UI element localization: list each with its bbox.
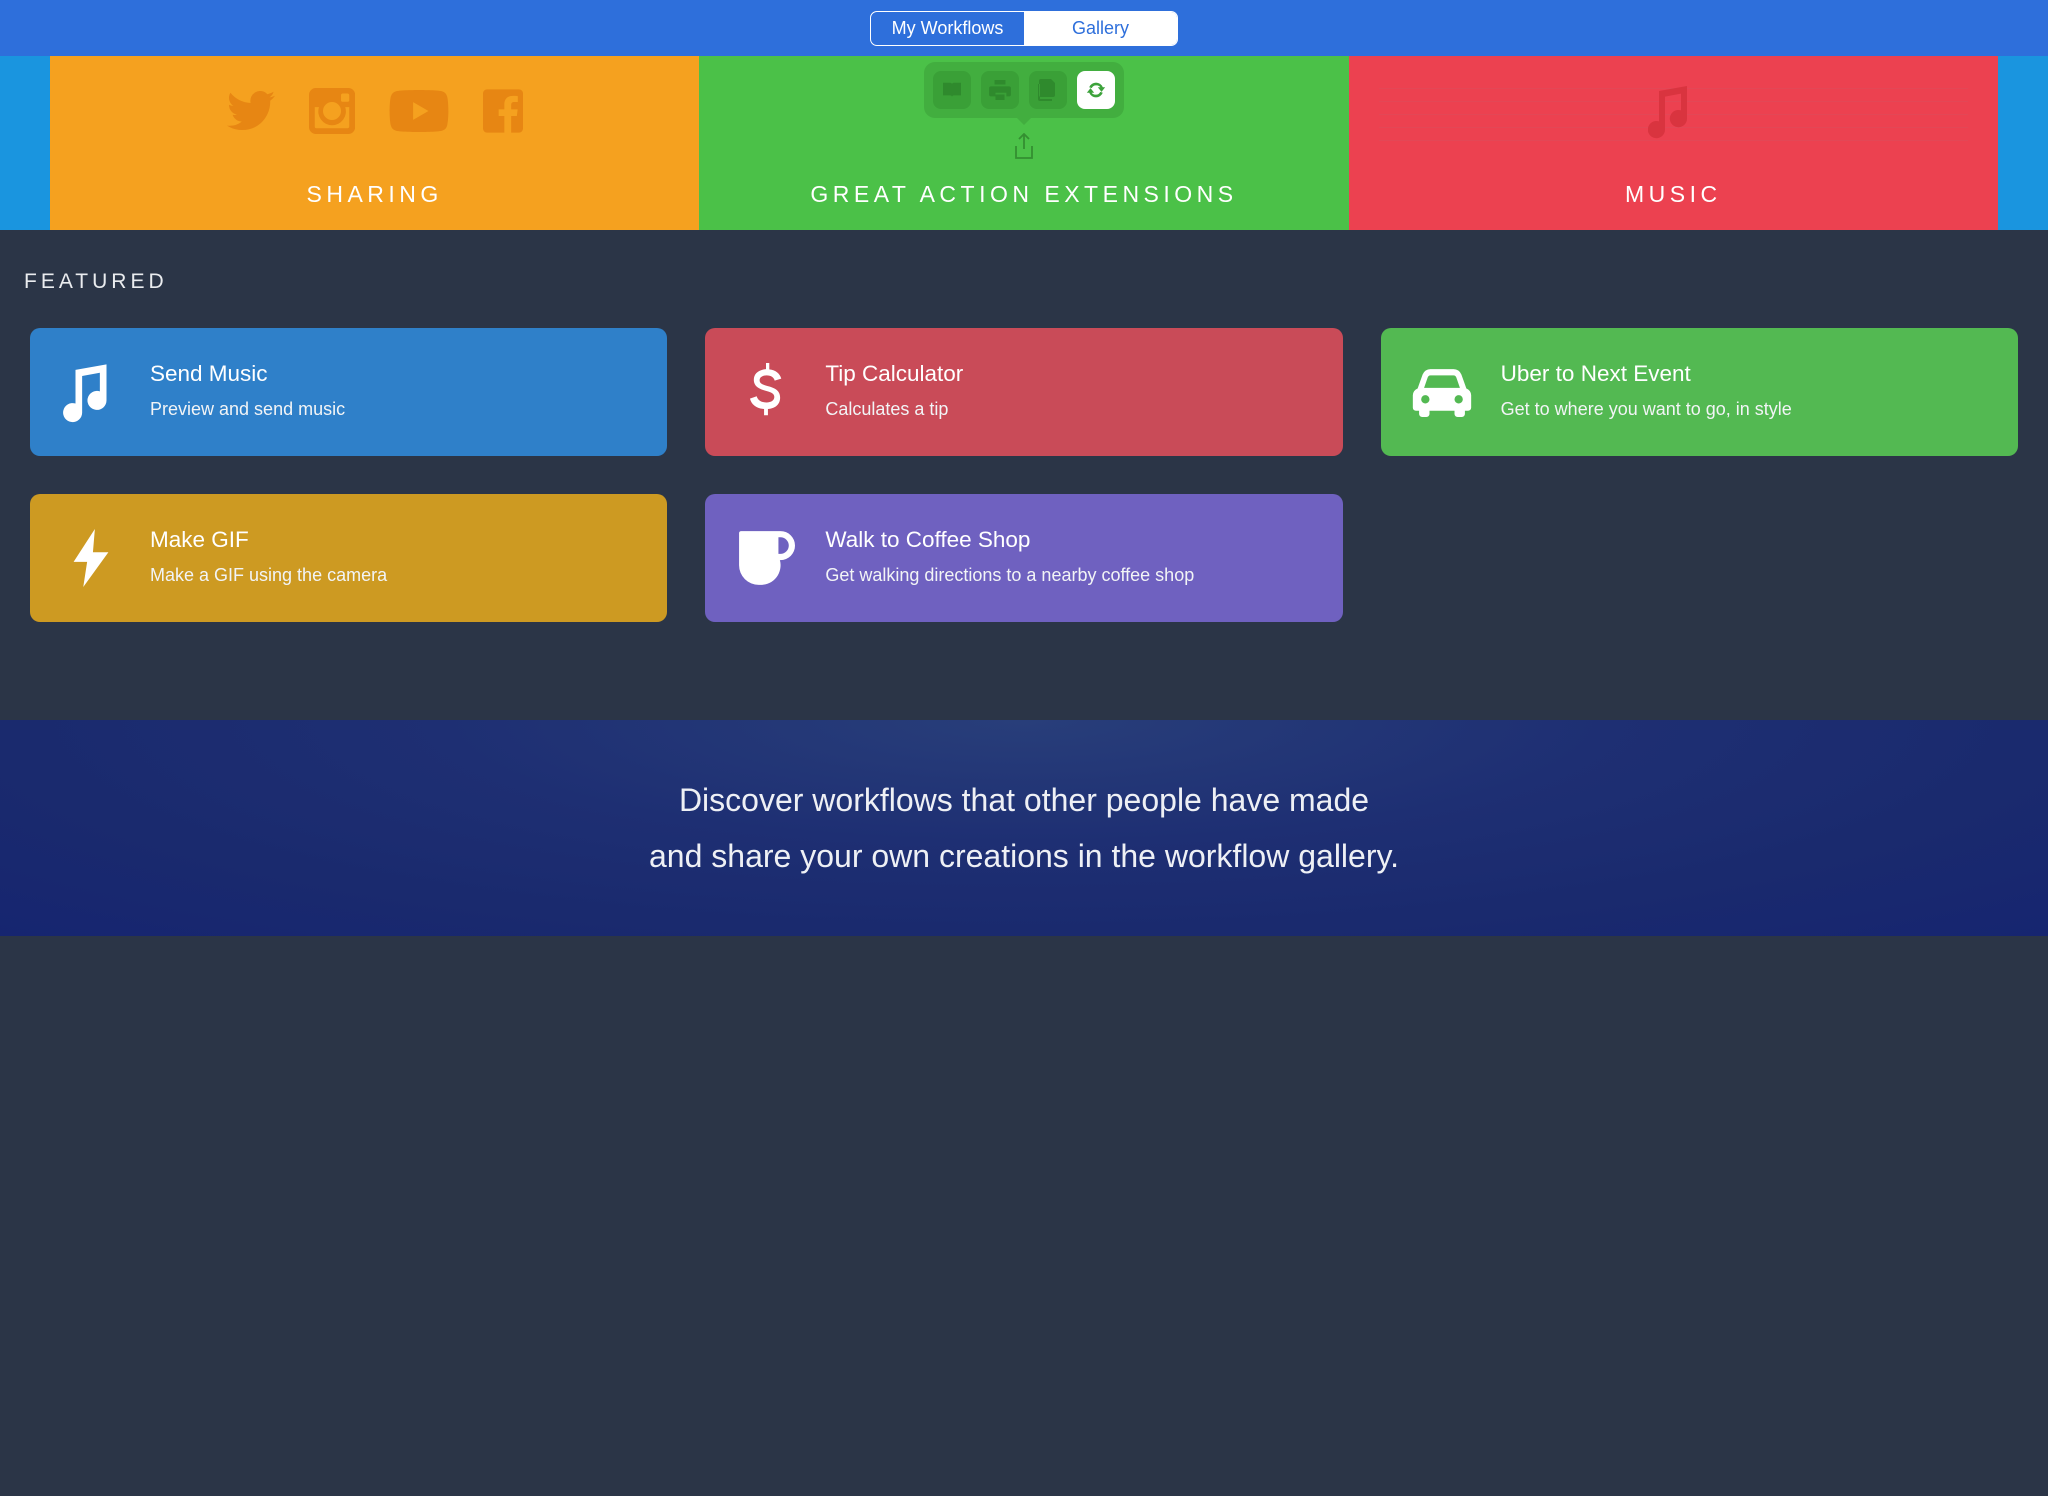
- card-walk-to-coffee-shop[interactable]: Walk to Coffee Shop Get walking directio…: [705, 494, 1342, 622]
- hero-label: SHARING: [307, 181, 443, 208]
- card-subtitle: Get walking directions to a nearby coffe…: [825, 563, 1194, 588]
- card-title: Send Music: [150, 361, 345, 387]
- book-icon: [933, 71, 971, 109]
- featured-heading: FEATURED: [24, 270, 2018, 294]
- card-subtitle: Preview and send music: [150, 397, 345, 422]
- sync-icon: [1077, 71, 1115, 109]
- hero-card-music[interactable]: MUSIC: [1349, 56, 1998, 230]
- car-icon: [1403, 367, 1481, 417]
- share-icon: [1012, 133, 1036, 166]
- youtube-icon: [389, 90, 449, 137]
- gallery-tagline: Discover workflows that other people hav…: [0, 720, 2048, 936]
- copy-icon: [1029, 71, 1067, 109]
- printer-icon: [981, 71, 1019, 109]
- segmented-control: My Workflows Gallery: [870, 11, 1178, 46]
- music-note-icon: [1648, 83, 1698, 144]
- tab-label: My Workflows: [892, 18, 1004, 39]
- hero-card-action-extensions[interactable]: GREAT ACTION EXTENSIONS: [699, 56, 1348, 230]
- hero-art-music: [1349, 56, 1998, 171]
- card-title: Make GIF: [150, 527, 387, 553]
- lightning-icon: [52, 529, 130, 587]
- tab-label: Gallery: [1072, 18, 1129, 39]
- tagline-text: Discover workflows that other people hav…: [649, 772, 1399, 884]
- hero-card-sharing[interactable]: SHARING: [50, 56, 699, 230]
- tab-gallery[interactable]: Gallery: [1024, 12, 1177, 45]
- extension-icon-row: [924, 62, 1124, 118]
- coffee-mug-icon: [727, 531, 805, 585]
- top-nav-bar: My Workflows Gallery: [0, 0, 2048, 56]
- card-tip-calculator[interactable]: Tip Calculator Calculates a tip: [705, 328, 1342, 456]
- twitter-icon: [227, 91, 275, 136]
- card-subtitle: Make a GIF using the camera: [150, 563, 387, 588]
- card-title: Uber to Next Event: [1501, 361, 1792, 387]
- hero-art-actions: [699, 56, 1348, 171]
- card-title: Walk to Coffee Shop: [825, 527, 1194, 553]
- dollar-icon: [727, 363, 805, 421]
- tab-my-workflows[interactable]: My Workflows: [871, 12, 1024, 45]
- hero-label: MUSIC: [1625, 181, 1722, 208]
- featured-section: FEATURED Send Music Preview and send mus…: [0, 230, 2048, 720]
- instagram-icon: [309, 88, 355, 139]
- hero-category-strip: SHARING: [0, 56, 2048, 230]
- facebook-icon: [483, 88, 523, 139]
- music-note-icon: [52, 361, 130, 423]
- featured-cards-grid: Send Music Preview and send music Tip Ca…: [30, 328, 2018, 622]
- popover-arrow: [1016, 117, 1032, 125]
- card-subtitle: Get to where you want to go, in style: [1501, 397, 1792, 422]
- card-make-gif[interactable]: Make GIF Make a GIF using the camera: [30, 494, 667, 622]
- card-title: Tip Calculator: [825, 361, 963, 387]
- card-uber-to-next-event[interactable]: Uber to Next Event Get to where you want…: [1381, 328, 2018, 456]
- hero-label: GREAT ACTION EXTENSIONS: [810, 181, 1237, 208]
- card-subtitle: Calculates a tip: [825, 397, 963, 422]
- hero-art-sharing: [50, 56, 699, 171]
- card-send-music[interactable]: Send Music Preview and send music: [30, 328, 667, 456]
